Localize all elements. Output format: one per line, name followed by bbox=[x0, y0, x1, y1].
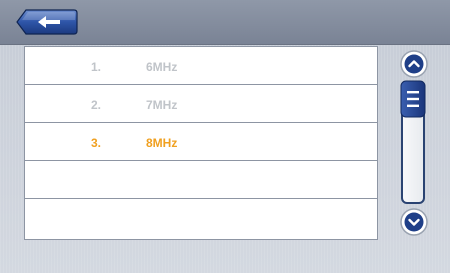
left-arrow-icon bbox=[16, 9, 78, 35]
scrollbar bbox=[392, 46, 436, 240]
item-number: 1. bbox=[91, 60, 102, 74]
list-item[interactable]: 1. 6MHz bbox=[25, 47, 377, 85]
item-value: 6MHz bbox=[146, 60, 178, 74]
screen: 1. 6MHz 2. 7MHz 3. 8MHz bbox=[0, 0, 450, 273]
scroll-down-button[interactable] bbox=[398, 206, 430, 238]
back-button[interactable] bbox=[16, 9, 78, 35]
grip-lines-icon bbox=[400, 80, 426, 118]
scroll-up-button[interactable] bbox=[398, 48, 430, 80]
empty-list-item bbox=[25, 199, 377, 237]
item-number: 2. bbox=[91, 98, 102, 112]
list-item[interactable]: 2. 7MHz bbox=[25, 85, 377, 123]
item-number: 3. bbox=[91, 136, 102, 150]
chevron-down-icon bbox=[400, 208, 428, 236]
channel-bandwidth-list: 1. 6MHz 2. 7MHz 3. 8MHz bbox=[24, 46, 378, 240]
list-item-selected[interactable]: 3. 8MHz bbox=[25, 123, 377, 161]
scroll-thumb[interactable] bbox=[400, 80, 426, 118]
item-value: 7MHz bbox=[146, 98, 178, 112]
chevron-up-icon bbox=[400, 50, 428, 78]
item-value: 8MHz bbox=[146, 136, 178, 150]
empty-list-item bbox=[25, 161, 377, 199]
top-bar bbox=[0, 0, 450, 45]
